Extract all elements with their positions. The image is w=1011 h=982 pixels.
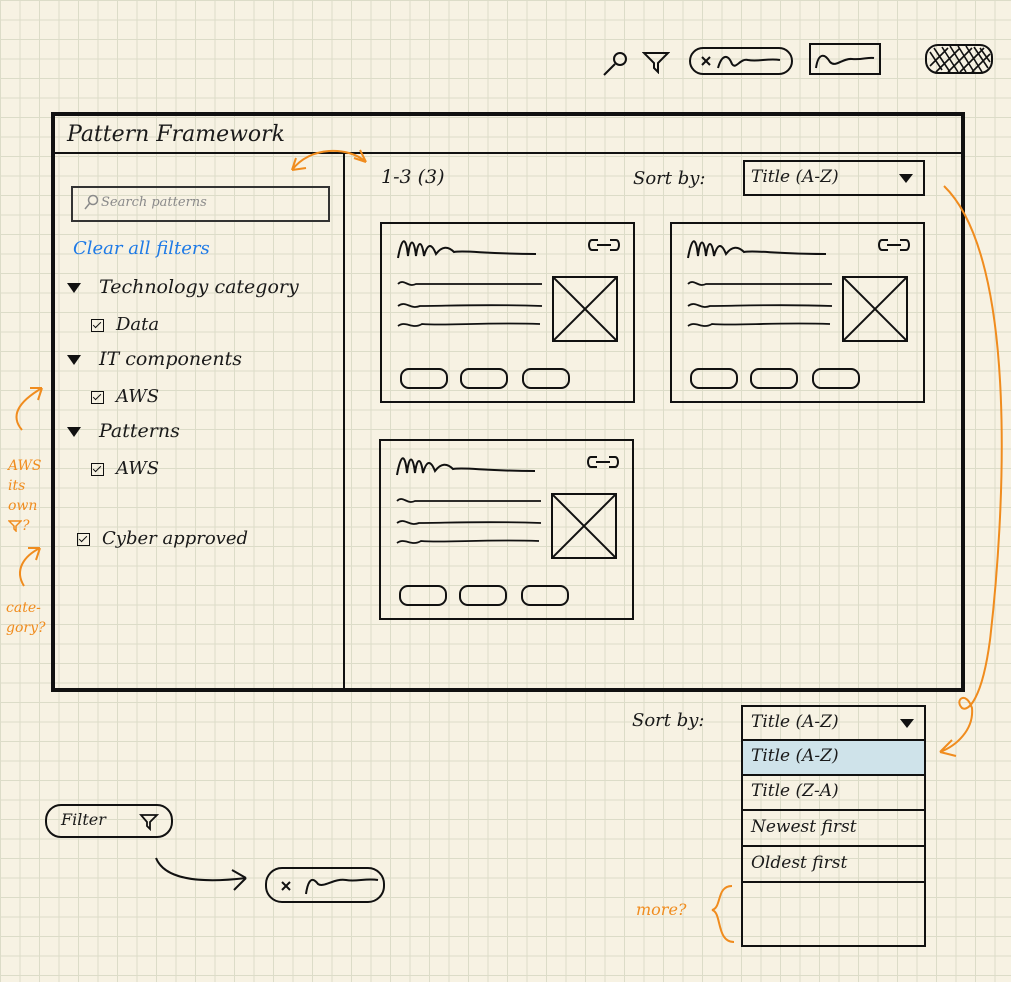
active-filter-chip[interactable]: [264, 864, 388, 906]
annotation-line: cate-: [6, 600, 41, 616]
filter-label: Filter: [61, 810, 106, 829]
chevron-down-icon: [900, 719, 914, 728]
sort-option-label: Oldest first: [751, 853, 848, 873]
sort-label-expanded: Sort by:: [632, 710, 705, 731]
filter-icon: [139, 814, 159, 831]
filter-icon: [7, 520, 23, 533]
annotation-line: AWS: [8, 458, 42, 474]
annotation-more: more?: [636, 900, 687, 919]
sort-dropdown-menu[interactable]: Title (A-Z) Title (A-Z) Title (Z-A) Newe…: [741, 705, 926, 947]
sort-option-newest[interactable]: Newest first: [743, 811, 924, 847]
annotation-category: cate- gory?: [6, 598, 50, 638]
sort-option-label: Title (Z-A): [751, 781, 839, 801]
annotation-aws-own: AWS its own ?: [7, 456, 48, 536]
sort-option-title-az[interactable]: Title (A-Z): [743, 741, 924, 776]
annotation-text: ?: [22, 518, 30, 534]
sort-dropdown-current[interactable]: Title (A-Z): [743, 707, 924, 741]
filter-button[interactable]: Filter: [45, 804, 173, 838]
annotation-line: own: [8, 498, 38, 514]
sort-option-label: Newest first: [751, 817, 857, 837]
annotation-line: ?: [7, 516, 48, 536]
annotation-line: gory?: [6, 620, 46, 636]
annotation-line: its: [8, 478, 26, 494]
sort-current-label: Title (A-Z): [751, 712, 839, 732]
sort-option-title-za[interactable]: Title (Z-A): [743, 776, 924, 811]
sort-option-label: Title (A-Z): [751, 746, 839, 766]
sort-option-oldest[interactable]: Oldest first: [743, 847, 924, 883]
